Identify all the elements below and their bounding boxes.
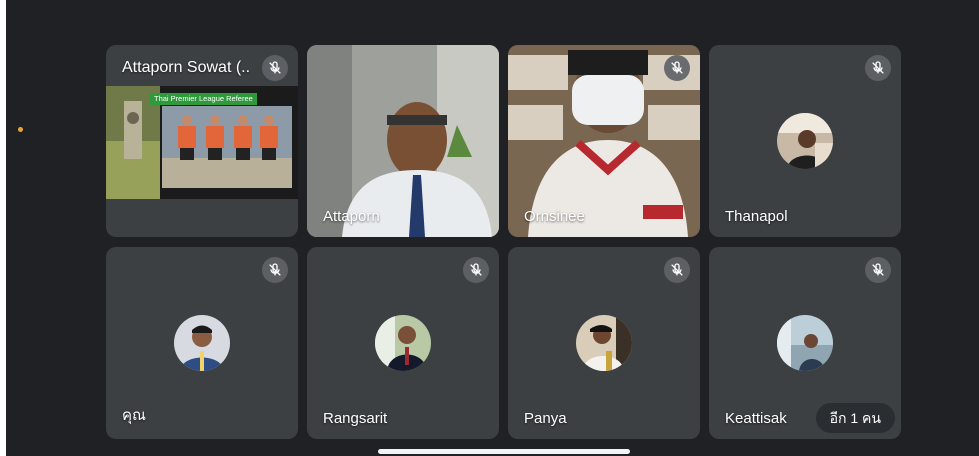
participant-name: Attaporn (323, 208, 380, 225)
home-indicator[interactable] (378, 449, 630, 454)
more-participants-button[interactable]: อีก 1 คน (815, 403, 895, 433)
avatar (777, 315, 833, 371)
meeting-stage: Attaporn Sowat (.. Thai Premier League R… (6, 0, 979, 456)
participant-name: Attaporn Sowat (.. (122, 59, 251, 76)
participant-name: Rangsarit (323, 410, 388, 427)
avatar (375, 315, 431, 371)
participant-name: Thanapol (725, 208, 788, 225)
participant-name: คุณ (122, 407, 146, 424)
participant-tile-video[interactable]: Attaporn (307, 45, 499, 237)
mic-off-icon (664, 55, 690, 81)
participant-tile[interactable]: Rangsarit (307, 247, 499, 439)
participant-tile-video[interactable]: Ornsinee (508, 45, 700, 237)
mic-off-icon (865, 55, 891, 81)
participant-tile-self[interactable]: คุณ (106, 247, 298, 439)
participant-tile[interactable]: Thanapol (709, 45, 901, 237)
participant-tile[interactable]: Panya (508, 247, 700, 439)
presentation-banner: Thai Premier League Referee (150, 93, 257, 105)
participant-name: Ornsinee (524, 208, 585, 225)
participant-name: Keattisak (725, 410, 787, 427)
status-dot (18, 127, 23, 132)
mic-off-icon (865, 257, 891, 283)
mic-off-icon (463, 257, 489, 283)
avatar (777, 113, 833, 169)
participant-name: Panya (524, 410, 567, 427)
shared-screen: Thai Premier League Referee (106, 86, 298, 199)
participant-tile-presentation[interactable]: Attaporn Sowat (.. Thai Premier League R… (106, 45, 298, 237)
participant-tile[interactable]: Keattisak อีก 1 คน (709, 247, 901, 439)
avatar (174, 315, 230, 371)
mic-off-icon (262, 257, 288, 283)
avatar (576, 315, 632, 371)
mic-off-icon (664, 257, 690, 283)
mic-off-icon (262, 55, 288, 81)
